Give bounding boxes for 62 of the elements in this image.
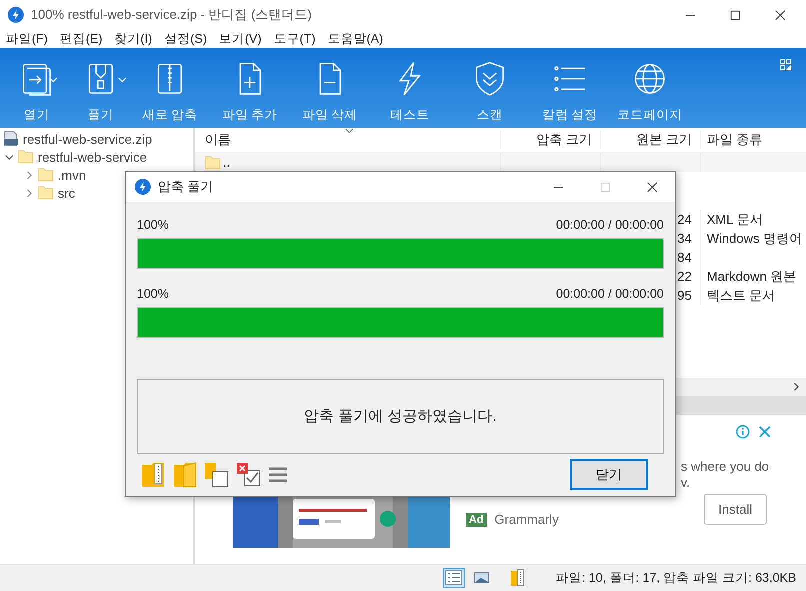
progress-percent: 100% xyxy=(137,287,169,301)
progress-time: 00:00:00 / 00:00:00 xyxy=(556,287,664,301)
chevron-icon[interactable] xyxy=(25,188,34,198)
column-header[interactable]: 이름 xyxy=(195,131,500,149)
menu-item[interactable]: 설정(S) xyxy=(164,30,208,48)
details-view-icon[interactable] xyxy=(444,569,464,587)
copy-icon[interactable] xyxy=(204,460,230,488)
tree-item[interactable]: src xyxy=(58,186,76,200)
app-logo-icon xyxy=(8,7,24,23)
result-message: 압축 풀기에 성공하였습니다. xyxy=(304,407,497,426)
progress-time: 00:00:00 / 00:00:00 xyxy=(556,218,664,232)
info-icon[interactable] xyxy=(736,425,750,439)
caret-icon[interactable] xyxy=(49,77,58,83)
tree-item[interactable]: restful-web-service xyxy=(38,150,148,164)
file-name: .. xyxy=(223,154,230,172)
column-header[interactable]: 원본 크기 xyxy=(600,131,700,149)
archive-icon xyxy=(510,569,526,587)
zip-folder-icon[interactable] xyxy=(140,460,166,488)
menu-item[interactable]: 편집(E) xyxy=(60,30,103,48)
tree-item[interactable]: .mvn xyxy=(58,168,86,182)
table-cell: XML 문서 xyxy=(707,212,763,227)
close-icon[interactable] xyxy=(758,425,772,439)
table-cell: 34 xyxy=(678,231,692,246)
folder-icon xyxy=(18,149,34,165)
ad-text: v. xyxy=(681,475,692,491)
table-cell: 84 xyxy=(678,250,692,265)
column-header[interactable]: 파일 종류 xyxy=(700,131,806,149)
window-title: 100% restful-web-service.zip - 반디집 (스탠더드) xyxy=(31,6,312,24)
zip-file-icon xyxy=(3,131,19,147)
advertiser-name: Grammarly xyxy=(494,512,559,527)
chevron-icon[interactable] xyxy=(5,152,14,162)
folder-icon xyxy=(38,185,54,201)
table-cell: Markdown 원본 xyxy=(707,269,797,284)
close-button[interactable] xyxy=(647,182,658,192)
status-text: 파일: 10, 폴더: 17, 압축 파일 크기: 63.0KB xyxy=(556,570,796,586)
delete-check-icon[interactable] xyxy=(236,460,262,488)
menu-item[interactable]: 파일(F) xyxy=(6,30,48,48)
ad-badge: Ad xyxy=(466,512,487,526)
table-cell: 22 xyxy=(678,269,692,284)
chevron-icon[interactable] xyxy=(25,170,34,180)
layout-icon[interactable] xyxy=(780,59,792,71)
table-cell: 텍스트 문서 xyxy=(707,288,776,303)
table-cell: 95 xyxy=(678,288,692,303)
menu-item[interactable]: 도움말(A) xyxy=(328,30,384,48)
app-logo-icon xyxy=(135,179,151,195)
maximize-button[interactable] xyxy=(730,10,741,20)
tree-item[interactable]: restful-web-service.zip xyxy=(23,132,152,146)
scroll-right-icon[interactable] xyxy=(793,382,800,392)
table-cell: Windows 명령어 xyxy=(707,231,802,246)
menu-item[interactable]: 보기(V) xyxy=(219,30,262,48)
caret-icon[interactable] xyxy=(118,77,127,83)
menu-item[interactable]: 찾기(I) xyxy=(114,30,152,48)
dialog-title: 압축 풀기 xyxy=(158,178,214,196)
column-header[interactable]: 압축 크기 xyxy=(500,131,600,149)
close-dialog-button[interactable]: 닫기 xyxy=(570,459,648,490)
progress-percent: 100% xyxy=(137,218,169,232)
menu-item[interactable]: 도구(T) xyxy=(274,30,316,48)
table-cell: 24 xyxy=(678,212,692,227)
folder-icon xyxy=(38,167,54,183)
ad-text: s where you do xyxy=(681,459,770,475)
install-button[interactable]: Install xyxy=(704,494,767,525)
close-button[interactable] xyxy=(775,10,786,20)
